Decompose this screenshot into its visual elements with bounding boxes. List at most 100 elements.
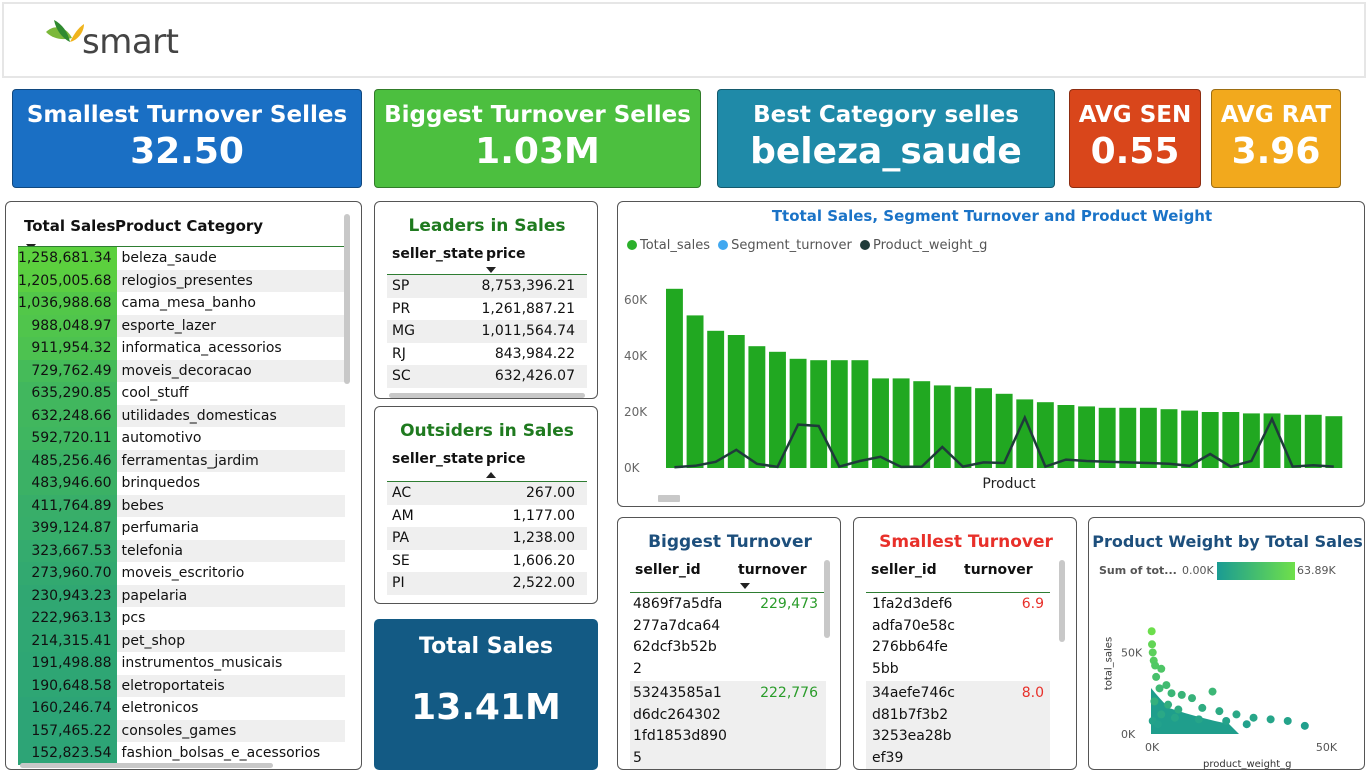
- col-header-seller-state[interactable]: seller_state: [392, 246, 484, 262]
- total-sales-bar[interactable]: [1325, 416, 1343, 468]
- total-sales-bar[interactable]: [913, 381, 931, 468]
- scatter-point[interactable]: [1162, 681, 1171, 690]
- total-sales-bar[interactable]: [789, 358, 807, 468]
- scatter-point[interactable]: [1194, 715, 1203, 724]
- table-row[interactable]: 1,036,988.68 cama_mesa_banho: [18, 292, 345, 315]
- table-row[interactable]: SP 8,753,396.21: [387, 275, 587, 298]
- col-header-seller-id[interactable]: seller_id: [871, 562, 937, 578]
- table-row[interactable]: PR 1,261,887.21: [387, 298, 587, 321]
- scatter-point[interactable]: [1167, 689, 1176, 698]
- table-row[interactable]: 592,720.11 automotivo: [18, 427, 345, 450]
- table-row[interactable]: PA 1,238.00: [387, 527, 587, 550]
- scatter-point[interactable]: [1174, 705, 1183, 714]
- table-row[interactable]: 635,290.85 cool_stuff: [18, 382, 345, 405]
- table-row[interactable]: 483,946.60 brinquedos: [18, 472, 345, 495]
- table-row[interactable]: 214,315.41 pet_shop: [18, 629, 345, 652]
- col-header-product-category[interactable]: Product Category: [115, 217, 263, 235]
- total-sales-bar[interactable]: [954, 386, 972, 468]
- table-row[interactable]: 222,963.13 pcs: [18, 607, 345, 630]
- scatter-point[interactable]: [1147, 627, 1156, 636]
- vertical-scrollbar[interactable]: [1059, 560, 1065, 642]
- total-sales-bar[interactable]: [892, 378, 910, 468]
- table-row[interactable]: 160,246.74 eletronicos: [18, 697, 345, 720]
- total-sales-bar[interactable]: [707, 330, 725, 468]
- scatter-point[interactable]: [1188, 694, 1197, 703]
- total-sales-bar[interactable]: [975, 388, 992, 468]
- col-header-turnover[interactable]: turnover: [738, 562, 807, 593]
- total-sales-bar[interactable]: [686, 315, 704, 468]
- total-sales-bar[interactable]: [1119, 407, 1137, 468]
- scatter-point[interactable]: [1164, 700, 1173, 709]
- table-row[interactable]: RJ 843,984.22: [387, 343, 587, 366]
- scatter-point[interactable]: [1208, 687, 1217, 696]
- horizontal-scrollbar[interactable]: [20, 763, 273, 768]
- scatter-point[interactable]: [1198, 703, 1207, 712]
- table-row[interactable]: 1,205,005.68 relogios_presentes: [18, 269, 345, 292]
- table-row[interactable]: 273,960.70 moveis_escritorio: [18, 562, 345, 585]
- table-row[interactable]: AM 1,177.00: [387, 505, 587, 528]
- table-row[interactable]: 157,465.22 consoles_games: [18, 719, 345, 742]
- scatter-point[interactable]: [1266, 715, 1275, 724]
- total-sales-bar[interactable]: [1160, 409, 1178, 468]
- table-row[interactable]: SE 1,606.20: [387, 550, 587, 573]
- scatter-point[interactable]: [1232, 710, 1241, 719]
- scatter-point[interactable]: [1249, 713, 1258, 722]
- table-row[interactable]: 411,764.89 bebes: [18, 494, 345, 517]
- total-sales-bar[interactable]: [727, 335, 745, 468]
- table-row[interactable]: 323,667.53 telefonia: [18, 539, 345, 562]
- total-sales-bar[interactable]: [1078, 406, 1096, 468]
- total-sales-bar[interactable]: [1201, 412, 1219, 468]
- scatter-point[interactable]: [1155, 684, 1164, 693]
- scatter-point[interactable]: [1170, 713, 1179, 722]
- scatter-point[interactable]: [1215, 707, 1224, 716]
- horizontal-scrollbar[interactable]: [658, 495, 680, 502]
- vertical-scrollbar[interactable]: [824, 560, 830, 638]
- col-header-price[interactable]: price: [486, 246, 526, 277]
- total-sales-bar[interactable]: [995, 393, 1013, 468]
- total-sales-bar[interactable]: [810, 360, 828, 468]
- scatter-point[interactable]: [1148, 648, 1157, 657]
- col-header-price[interactable]: price: [486, 451, 526, 482]
- table-row[interactable]: 632,248.66 utilidades_domesticas: [18, 404, 345, 427]
- table-row[interactable]: 399,124.87 perfumaria: [18, 517, 345, 540]
- scatter-point[interactable]: [1300, 721, 1309, 730]
- scatter-point[interactable]: [1157, 664, 1166, 673]
- col-header-seller-state[interactable]: seller_state: [392, 451, 484, 467]
- total-sales-bar[interactable]: [1098, 407, 1116, 468]
- total-sales-bar[interactable]: [1181, 410, 1199, 468]
- total-sales-bar[interactable]: [933, 385, 951, 468]
- total-sales-bar[interactable]: [748, 346, 766, 468]
- total-sales-bar[interactable]: [1304, 414, 1322, 468]
- total-sales-bar[interactable]: [872, 378, 889, 468]
- table-row[interactable]: AC 267.00: [387, 482, 587, 505]
- scatter-point[interactable]: [1148, 640, 1157, 649]
- table-row[interactable]: 191,498.88 instrumentos_musicais: [18, 652, 345, 675]
- total-sales-bar[interactable]: [830, 360, 848, 468]
- scatter-point[interactable]: [1153, 720, 1162, 729]
- scatter-point[interactable]: [1150, 697, 1159, 706]
- total-sales-bar[interactable]: [1036, 402, 1054, 468]
- table-row[interactable]: PI 2,522.00: [387, 572, 587, 595]
- col-header-turnover[interactable]: turnover: [964, 562, 1033, 578]
- total-sales-bar[interactable]: [1139, 407, 1157, 468]
- scatter-point[interactable]: [1283, 716, 1292, 725]
- vertical-scrollbar[interactable]: [344, 214, 350, 384]
- scatter-point[interactable]: [1157, 710, 1166, 719]
- scatter-point[interactable]: [1242, 720, 1251, 729]
- table-row[interactable]: MG 1,011,564.74: [387, 320, 587, 343]
- total-sales-bar[interactable]: [1284, 414, 1302, 468]
- table-row[interactable]: 485,256.46 ferramentas_jardim: [18, 449, 345, 472]
- total-sales-bar[interactable]: [851, 360, 869, 468]
- total-sales-bar[interactable]: [1222, 412, 1240, 468]
- horizontal-scrollbar[interactable]: [389, 393, 585, 398]
- table-row[interactable]: 190,648.58 eletroportateis: [18, 674, 345, 697]
- table-row[interactable]: 152,823.54 fashion_bolsas_e_acessorios: [18, 742, 345, 765]
- table-row[interactable]: SC 632,426.07: [387, 365, 587, 388]
- scatter-point[interactable]: [1152, 672, 1161, 681]
- table-row[interactable]: 729,762.49 moveis_decoracao: [18, 359, 345, 382]
- col-header-seller-id[interactable]: seller_id: [635, 562, 701, 578]
- total-sales-bar[interactable]: [666, 288, 683, 468]
- total-sales-bar[interactable]: [769, 351, 786, 468]
- table-row[interactable]: 988,048.97 esporte_lazer: [18, 314, 345, 337]
- table-row[interactable]: 911,954.32 informatica_acessorios: [18, 337, 345, 360]
